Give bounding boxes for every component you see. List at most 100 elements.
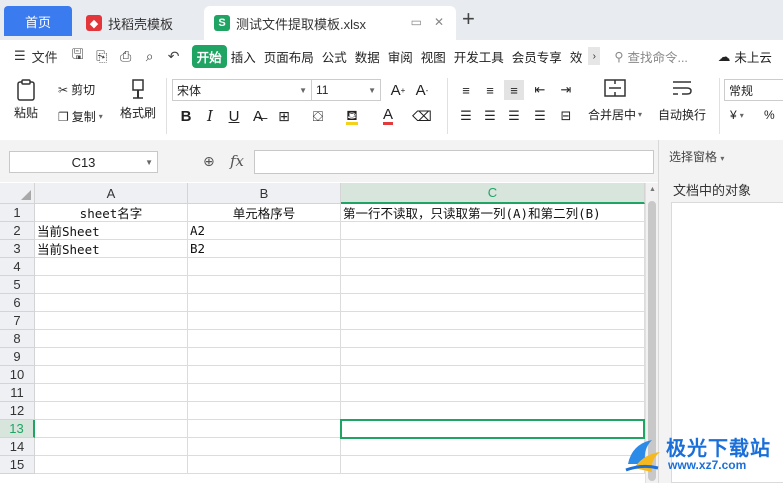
command-search[interactable]: ⚲ 查找命令... bbox=[614, 47, 688, 66]
menu-tab-formula[interactable]: 公式 bbox=[318, 47, 351, 66]
save-icon[interactable]: 🖫 bbox=[70, 46, 86, 64]
row-header[interactable]: 9 bbox=[0, 348, 35, 366]
cell-c3[interactable] bbox=[341, 240, 645, 258]
cell-b15[interactable] bbox=[188, 456, 341, 474]
outdent-icon[interactable]: ⇤ bbox=[530, 80, 550, 100]
zoom-search-icon[interactable]: ⊕ bbox=[203, 153, 215, 170]
justify-icon[interactable]: ☰ bbox=[530, 106, 550, 126]
cell-b8[interactable] bbox=[188, 330, 341, 348]
cell-a2[interactable]: 当前Sheet bbox=[35, 222, 188, 240]
formula-input[interactable] bbox=[254, 150, 654, 174]
row-header[interactable]: 15 bbox=[0, 456, 35, 474]
decrease-font-icon[interactable]: A- bbox=[412, 80, 432, 100]
menu-tab-review[interactable]: 审阅 bbox=[384, 47, 417, 66]
cell-a13[interactable] bbox=[35, 420, 188, 438]
distributed-icon[interactable]: ⊟ bbox=[556, 106, 576, 126]
fx-icon[interactable]: fx bbox=[230, 152, 244, 170]
cell-a5[interactable] bbox=[35, 276, 188, 294]
new-tab-button[interactable]: + bbox=[462, 8, 475, 30]
menu-tab-insert[interactable]: 插入 bbox=[227, 47, 260, 66]
cell-c2[interactable] bbox=[341, 222, 645, 240]
row-header[interactable]: 12 bbox=[0, 402, 35, 420]
increase-font-icon[interactable]: A + bbox=[388, 80, 408, 100]
menu-tab-developer[interactable]: 开发工具 bbox=[450, 47, 508, 66]
align-middle-icon[interactable]: ≡ bbox=[480, 80, 500, 100]
cell-a15[interactable] bbox=[35, 456, 188, 474]
cell-c14[interactable] bbox=[341, 438, 645, 456]
chevron-right-icon[interactable]: › bbox=[588, 47, 601, 65]
cell-c4[interactable] bbox=[341, 258, 645, 276]
cell-b7[interactable] bbox=[188, 312, 341, 330]
align-center-icon[interactable]: ☰ bbox=[480, 106, 500, 126]
font-size-select[interactable]: 11 ▼ bbox=[311, 79, 381, 101]
cell-c5[interactable] bbox=[341, 276, 645, 294]
row-header[interactable]: 8 bbox=[0, 330, 35, 348]
cell-b13[interactable] bbox=[188, 420, 341, 438]
strikethrough-icon[interactable]: A̶ bbox=[248, 106, 268, 126]
cell-b3[interactable]: B2 bbox=[188, 240, 341, 258]
menu-tab-efficiency[interactable]: 效 bbox=[566, 47, 587, 66]
cell-b14[interactable] bbox=[188, 438, 341, 456]
cell-c1[interactable]: 第一行不读取，只读取第一列(A)和第二列(B) bbox=[341, 204, 645, 222]
cell-a8[interactable] bbox=[35, 330, 188, 348]
file-menu[interactable]: ☰ 文件 bbox=[0, 47, 58, 66]
border-icon[interactable]: ⊞ bbox=[274, 106, 294, 126]
merge-center-button[interactable]: 合并居中 ▾ bbox=[588, 78, 642, 123]
menu-tab-start[interactable]: 开始 bbox=[191, 44, 227, 68]
cell-b5[interactable] bbox=[188, 276, 341, 294]
row-header[interactable]: 1 bbox=[0, 204, 35, 222]
cell-b10[interactable] bbox=[188, 366, 341, 384]
cell-b1[interactable]: 单元格序号 bbox=[188, 204, 341, 222]
undo-icon[interactable]: ↶ bbox=[166, 48, 182, 64]
cell-a9[interactable] bbox=[35, 348, 188, 366]
row-header[interactable]: 14 bbox=[0, 438, 35, 456]
menu-tab-view[interactable]: 视图 bbox=[417, 47, 450, 66]
align-top-icon[interactable]: ≡ bbox=[456, 80, 476, 100]
name-box[interactable]: C13 ▼ bbox=[9, 151, 158, 173]
cell-a11[interactable] bbox=[35, 384, 188, 402]
font-color-icon[interactable]: A bbox=[378, 106, 398, 126]
cell-a10[interactable] bbox=[35, 366, 188, 384]
cell-c10[interactable] bbox=[341, 366, 645, 384]
align-right-icon[interactable]: ☰ bbox=[504, 106, 524, 126]
print-preview-icon[interactable]: ⌕ bbox=[142, 48, 158, 64]
export-pdf-icon[interactable]: ⎘ bbox=[94, 48, 110, 64]
font-name-select[interactable]: 宋体 ▼ bbox=[172, 79, 312, 101]
cell-b11[interactable] bbox=[188, 384, 341, 402]
copy-button[interactable]: ❐ 复制 ▾ bbox=[58, 108, 103, 125]
cell-b6[interactable] bbox=[188, 294, 341, 312]
tab-home[interactable]: 首页 bbox=[4, 6, 72, 36]
bold-icon[interactable]: B bbox=[176, 106, 196, 126]
row-header[interactable]: 2 bbox=[0, 222, 35, 240]
cloud-status[interactable]: ☁ 未上云 bbox=[718, 47, 772, 66]
fill-color-icon[interactable]: ⛾ bbox=[342, 106, 362, 126]
cell-a12[interactable] bbox=[35, 402, 188, 420]
cell-c8[interactable] bbox=[341, 330, 645, 348]
underline-icon[interactable]: U bbox=[224, 106, 244, 126]
cell-c6[interactable] bbox=[341, 294, 645, 312]
row-header[interactable]: 11 bbox=[0, 384, 35, 402]
selection-pane-title[interactable]: 选择窗格 ▾ bbox=[669, 148, 724, 165]
percent-button[interactable]: % bbox=[764, 108, 775, 122]
cell-c12[interactable] bbox=[341, 402, 645, 420]
column-header-b[interactable]: B bbox=[188, 183, 341, 204]
cell-b9[interactable] bbox=[188, 348, 341, 366]
row-header[interactable]: 4 bbox=[0, 258, 35, 276]
column-header-a[interactable]: A bbox=[35, 183, 188, 204]
row-header[interactable]: 5 bbox=[0, 276, 35, 294]
monitor-icon[interactable]: ▭ bbox=[411, 15, 422, 29]
row-header[interactable]: 13 bbox=[0, 420, 35, 438]
align-left-icon[interactable]: ☰ bbox=[456, 106, 476, 126]
italic-icon[interactable]: I bbox=[200, 106, 220, 126]
close-icon[interactable]: ✕ bbox=[434, 15, 444, 29]
scroll-up-icon[interactable]: ▲ bbox=[649, 186, 656, 193]
align-bottom-icon[interactable]: ≡ bbox=[504, 80, 524, 100]
eraser-icon[interactable]: ⌫ bbox=[412, 106, 432, 126]
cell-c11[interactable] bbox=[341, 384, 645, 402]
active-cell-c13[interactable] bbox=[340, 419, 645, 439]
column-header-c[interactable]: C bbox=[341, 183, 645, 204]
cell-a4[interactable] bbox=[35, 258, 188, 276]
cell-b2[interactable]: A2 bbox=[188, 222, 341, 240]
fill-format-icon[interactable]: ⛋ bbox=[308, 106, 328, 126]
row-header[interactable]: 10 bbox=[0, 366, 35, 384]
